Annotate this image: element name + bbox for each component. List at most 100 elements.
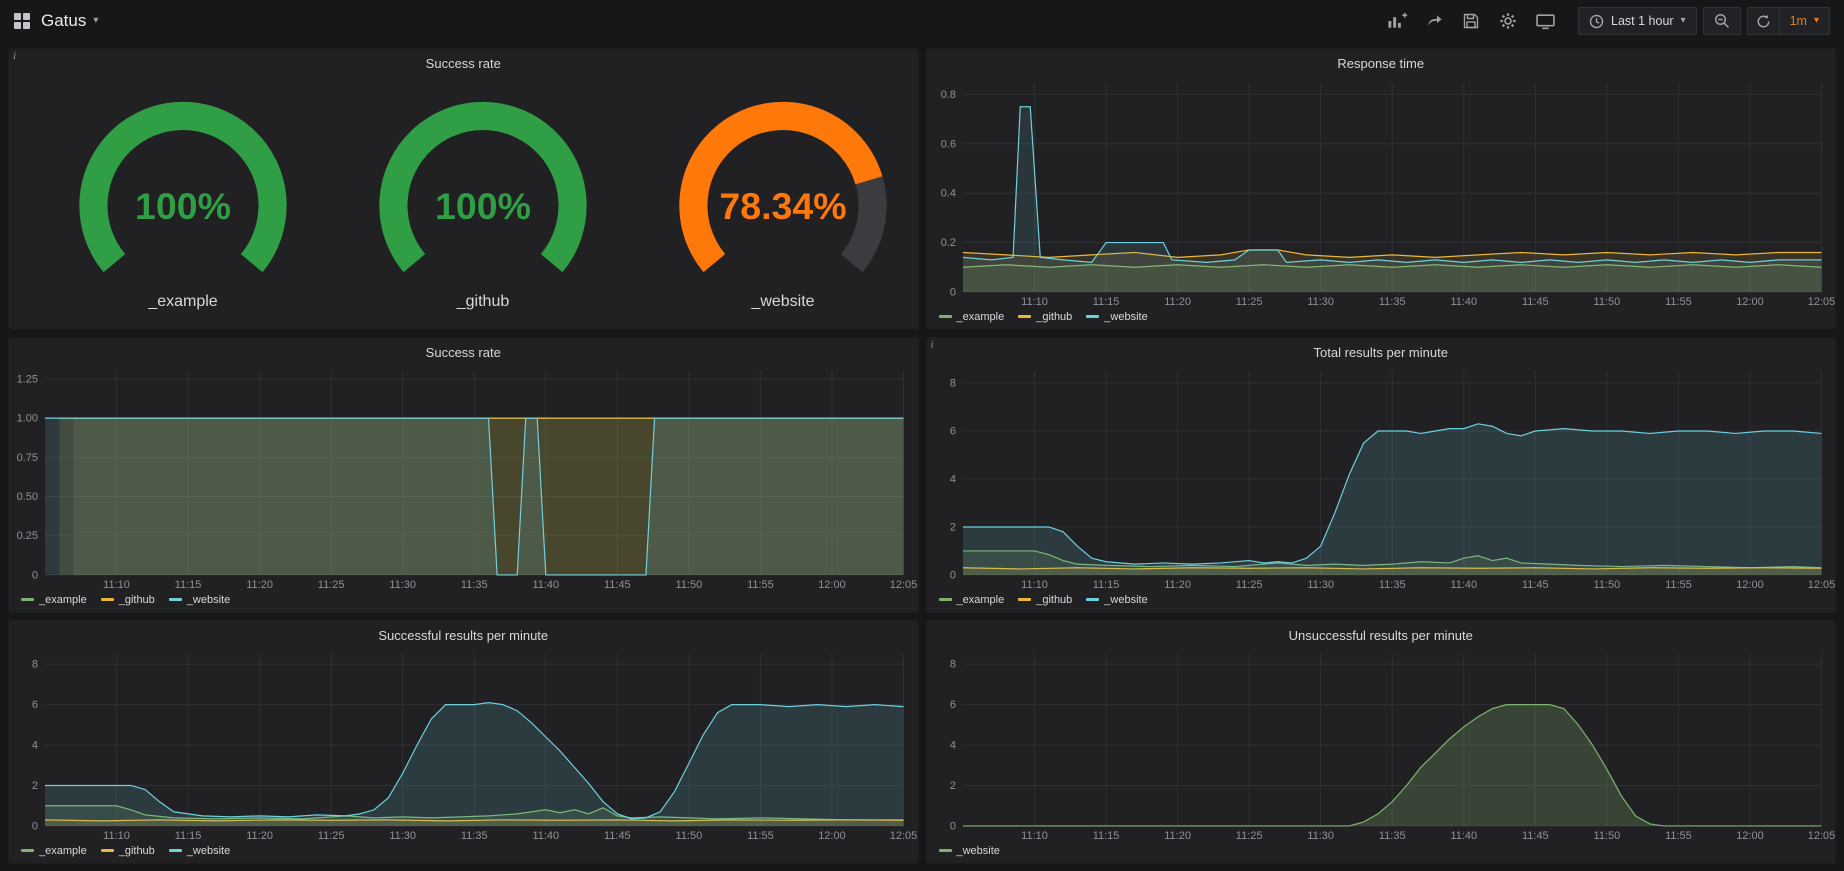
legend-item-website[interactable]: _website <box>169 594 230 606</box>
legend-item-github[interactable]: _github <box>101 845 155 857</box>
legend-item-github[interactable]: _github <box>1018 594 1072 606</box>
y-tick-label: 0 <box>32 569 38 581</box>
refresh-interval-picker[interactable]: 1m ▾ <box>1779 7 1830 35</box>
panel-title[interactable]: Success rate <box>9 49 918 74</box>
x-tick-label: 11:35 <box>1378 579 1405 591</box>
x-tick-label: 11:55 <box>1665 296 1692 308</box>
navbar: Gatus ▾ <box>0 0 1844 42</box>
response-time-chart[interactable]: 00.20.40.60.811:1011:1511:2011:2511:3011… <box>927 74 1836 309</box>
gauge-arc-github: 100% <box>333 93 633 293</box>
x-tick-label: 12:05 <box>1807 830 1835 842</box>
unsuccessful-results-chart[interactable]: 0246811:1011:1511:2011:2511:3011:3511:40… <box>927 646 1836 843</box>
x-tick-label: 11:35 <box>461 579 488 591</box>
x-tick-label: 11:40 <box>1450 830 1477 842</box>
x-tick-label: 12:00 <box>1736 296 1764 308</box>
y-tick-label: 2 <box>949 521 955 533</box>
legend-item-github[interactable]: _github <box>1018 311 1072 323</box>
legend-item-website[interactable]: _website <box>1086 311 1147 323</box>
x-tick-label: 11:10 <box>1021 830 1048 842</box>
x-tick-label: 11:50 <box>1593 296 1620 308</box>
gear-icon <box>1499 12 1517 30</box>
legend-color-swatch <box>169 598 182 601</box>
success-rate-chart[interactable]: 00.250.500.751.001.2511:1011:1511:2011:2… <box>9 363 918 592</box>
y-tick-label: 4 <box>32 740 38 752</box>
gauge-github: 100% _github <box>333 93 633 311</box>
gauge-row: 100% _example 100% _github 78.34% _websi… <box>9 74 918 329</box>
y-tick-label: 0.2 <box>940 237 955 249</box>
legend: _example _github _website <box>927 309 1836 329</box>
legend-item-example[interactable]: _example <box>939 594 1005 606</box>
legend-item-example[interactable]: _example <box>21 594 87 606</box>
x-tick-label: 12:00 <box>1736 830 1764 842</box>
series-fill-website <box>45 703 904 826</box>
y-tick-label: 0.6 <box>940 138 955 150</box>
gauge-website: 78.34% _website <box>633 93 919 311</box>
gauge-value: 100% <box>135 185 231 227</box>
refresh-button[interactable] <box>1747 7 1779 35</box>
legend-item-website[interactable]: _website <box>169 845 230 857</box>
legend-item-example[interactable]: _example <box>21 845 87 857</box>
x-tick-label: 11:40 <box>532 579 559 591</box>
panel-title[interactable]: Successful results per minute <box>9 621 918 646</box>
dashboard-title-dropdown[interactable]: Gatus ▾ <box>41 11 98 31</box>
x-tick-label: 11:55 <box>1665 579 1692 591</box>
time-range-picker[interactable]: Last 1 hour ▾ <box>1578 7 1697 35</box>
gauge-label: _example <box>148 293 217 311</box>
legend: _example _github _website <box>9 592 918 612</box>
panel-info-icon[interactable]: i <box>13 50 16 62</box>
legend-series-name: _website <box>187 594 230 606</box>
x-tick-label: 11:15 <box>1092 296 1119 308</box>
legend: _example _github _website <box>9 843 918 863</box>
legend-item-github[interactable]: _github <box>101 594 155 606</box>
x-tick-label: 12:05 <box>890 579 918 591</box>
legend-color-swatch <box>939 315 952 318</box>
panel-successful-results: Successful results per minute 0246811:10… <box>8 620 919 864</box>
gauge-label: _github <box>457 293 510 311</box>
panel-info-icon[interactable]: i <box>931 339 934 351</box>
chevron-down-icon: ▾ <box>1814 16 1819 26</box>
add-panel-button[interactable] <box>1383 7 1411 35</box>
refresh-icon <box>1756 14 1771 29</box>
y-tick-label: 8 <box>949 659 955 671</box>
refresh-controls: 1m ▾ <box>1747 7 1830 35</box>
series-fill-website <box>45 418 904 575</box>
y-tick-label: 0 <box>949 286 955 298</box>
y-tick-label: 0.4 <box>940 188 955 200</box>
panel-title[interactable]: Total results per minute <box>927 338 1836 363</box>
legend-item-example[interactable]: _example <box>939 311 1005 323</box>
cycle-view-mode-button[interactable] <box>1531 7 1559 35</box>
dashboard-settings-button[interactable] <box>1494 7 1522 35</box>
x-tick-label: 11:20 <box>246 830 273 842</box>
y-tick-label: 1.00 <box>17 413 38 425</box>
panel-title[interactable]: Unsuccessful results per minute <box>927 621 1836 646</box>
panel-title[interactable]: Success rate <box>9 338 918 363</box>
legend-series-name: _github <box>1036 311 1072 323</box>
x-tick-label: 12:05 <box>890 830 918 842</box>
x-tick-label: 11:30 <box>1307 296 1334 308</box>
legend-item-website[interactable]: _website <box>939 845 1000 857</box>
panel-title[interactable]: Response time <box>927 49 1836 74</box>
x-tick-label: 11:55 <box>747 830 774 842</box>
legend-series-name: _website <box>1104 311 1147 323</box>
save-dashboard-button[interactable] <box>1457 7 1485 35</box>
successful-results-chart[interactable]: 0246811:1011:1511:2011:2511:3011:3511:40… <box>9 646 918 843</box>
x-tick-label: 11:25 <box>1235 830 1262 842</box>
share-dashboard-button[interactable] <box>1420 7 1448 35</box>
zoom-out-button[interactable] <box>1703 7 1741 35</box>
y-tick-label: 6 <box>949 426 955 438</box>
panel-total-results: i Total results per minute 0246811:1011:… <box>926 337 1837 613</box>
gauge-value: 78.34% <box>719 185 846 227</box>
legend-series-name: _github <box>1036 594 1072 606</box>
x-tick-label: 11:45 <box>604 579 631 591</box>
y-tick-label: 6 <box>32 699 38 711</box>
x-tick-label: 11:40 <box>1450 579 1477 591</box>
y-tick-label: 6 <box>949 699 955 711</box>
apps-grid-icon[interactable] <box>14 13 30 29</box>
x-tick-label: 11:35 <box>1378 830 1405 842</box>
total-results-chart[interactable]: 0246811:1011:1511:2011:2511:3011:3511:40… <box>927 363 1836 592</box>
x-tick-label: 11:35 <box>461 830 488 842</box>
y-tick-label: 0 <box>949 569 955 581</box>
x-tick-label: 11:45 <box>604 830 631 842</box>
y-tick-label: 0.75 <box>17 452 38 464</box>
legend-item-website[interactable]: _website <box>1086 594 1147 606</box>
